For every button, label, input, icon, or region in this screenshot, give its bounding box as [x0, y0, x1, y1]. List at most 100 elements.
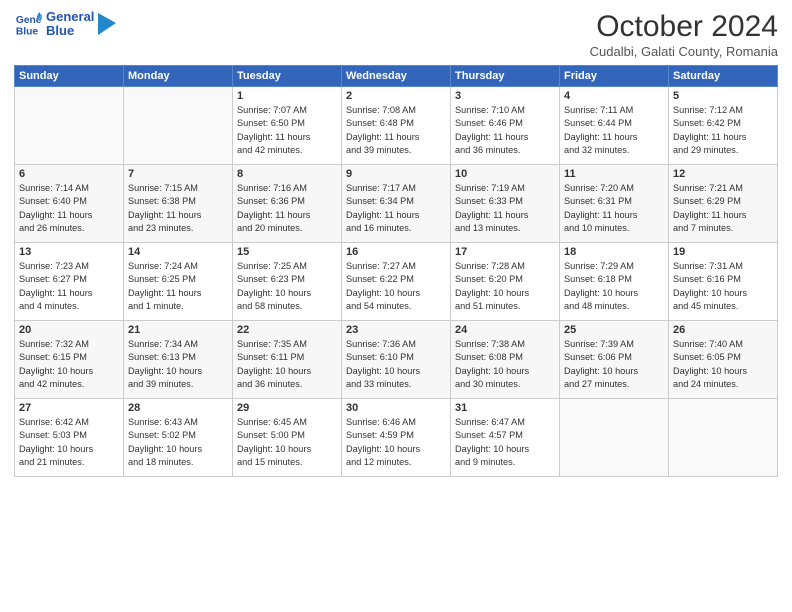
day-info-line: Daylight: 10 hours — [564, 366, 638, 376]
day-info-line: Sunset: 6:06 PM — [564, 352, 632, 362]
day-cell: 24Sunrise: 7:38 AMSunset: 6:08 PMDayligh… — [451, 321, 560, 399]
day-info: Sunrise: 7:39 AMSunset: 6:06 PMDaylight:… — [564, 338, 664, 391]
day-info-line: Daylight: 11 hours — [346, 210, 419, 220]
day-info-line: Sunset: 6:27 PM — [19, 274, 87, 284]
day-info-line: Sunset: 6:48 PM — [346, 118, 414, 128]
day-info-line: and 36 minutes. — [237, 379, 302, 389]
day-info-line: and 7 minutes. — [673, 223, 733, 233]
day-number: 2 — [346, 90, 446, 102]
day-number: 20 — [19, 324, 119, 336]
day-info-line: Sunrise: 6:43 AM — [128, 417, 198, 427]
day-number: 23 — [346, 324, 446, 336]
day-info-line: Sunrise: 7:32 AM — [19, 339, 89, 349]
day-info-line: and 32 minutes. — [564, 145, 629, 155]
day-info-line: and 42 minutes. — [19, 379, 84, 389]
day-cell: 13Sunrise: 7:23 AMSunset: 6:27 PMDayligh… — [15, 243, 124, 321]
day-cell: 18Sunrise: 7:29 AMSunset: 6:18 PMDayligh… — [560, 243, 669, 321]
day-cell: 23Sunrise: 7:36 AMSunset: 6:10 PMDayligh… — [342, 321, 451, 399]
svg-text:Blue: Blue — [16, 27, 39, 38]
day-info-line: Daylight: 10 hours — [128, 366, 202, 376]
day-cell: 15 Sunrise: 7:25 AMSunset: 6:23 PMDayligh… — [233, 243, 342, 321]
day-info-line: Sunrise: 7:25 AM — [237, 261, 307, 271]
day-cell: 8 Sunrise: 7:16 AM Sunset: 6:36 PM Daylight… — [233, 165, 342, 243]
col-wednesday: Wednesday — [342, 66, 451, 87]
day-info-line: Sunrise: 6:45 AM — [237, 417, 307, 427]
day-info-line: Sunset: 6:46 PM — [455, 118, 523, 128]
day-info-line: Sunrise: 7:08 AM — [346, 105, 416, 115]
week-row-2: 6Sunrise: 7:14 AMSunset: 6:40 PMDaylight… — [15, 165, 778, 243]
day-number: 12 — [673, 168, 773, 180]
day-number: 15 — [237, 246, 337, 258]
day-number: 17 — [455, 246, 555, 258]
header-row: Sunday Monday Tuesday Wednesday Thursday… — [15, 66, 778, 87]
day-info-line: Sunrise: 7:20 AM — [564, 183, 634, 193]
day-info-line: Daylight: 11 hours — [564, 210, 637, 220]
day-info-line: Daylight: 11 hours — [346, 132, 419, 142]
day-cell: 20 Sunrise: 7:32 AMSunset: 6:15 PMDayligh… — [15, 321, 124, 399]
day-info-line: Daylight: 10 hours — [19, 444, 93, 454]
day-info-line: Daylight: 11 hours — [673, 210, 746, 220]
day-info-line: Sunrise: 7:31 AM — [673, 261, 743, 271]
day-info-line: Sunset: 5:03 PM — [19, 430, 87, 440]
day-info-line: and 4 minutes. — [19, 301, 79, 311]
day-cell: 3Sunrise: 7:10 AMSunset: 6:46 PMDaylight… — [451, 87, 560, 165]
location-subtitle: Cudalbi, Galati County, Romania — [590, 44, 778, 59]
day-info-line: Daylight: 10 hours — [346, 288, 420, 298]
day-info: Sunrise: 7:19 AMSunset: 6:33 PMDaylight:… — [455, 182, 555, 235]
day-info-line: and 18 minutes. — [128, 457, 193, 467]
col-friday: Friday — [560, 66, 669, 87]
col-thursday: Thursday — [451, 66, 560, 87]
day-number: 13 — [19, 246, 119, 258]
day-info-line: and 29 minutes. — [673, 145, 738, 155]
day-info-line: Daylight: 11 hours — [128, 288, 201, 298]
day-info-line: Daylight: 11 hours — [455, 132, 528, 142]
day-info-line: Daylight: 10 hours — [564, 288, 638, 298]
day-cell: 29Sunrise: 6:45 AMSunset: 5:00 PMDayligh… — [233, 399, 342, 477]
day-cell — [124, 87, 233, 165]
col-tuesday: Tuesday — [233, 66, 342, 87]
day-info-line: Sunrise: 7:15 AM — [128, 183, 198, 193]
day-info-line: Sunset: 4:57 PM — [455, 430, 523, 440]
day-info-line: Sunrise: 7:35 AM — [237, 339, 307, 349]
day-cell: 5Sunrise: 7:12 AMSunset: 6:42 PMDaylight… — [669, 87, 778, 165]
day-info: Sunrise: 7:28 AMSunset: 6:20 PMDaylight:… — [455, 260, 555, 313]
col-monday: Monday — [124, 66, 233, 87]
day-cell — [15, 87, 124, 165]
day-cell: 30Sunrise: 6:46 AMSunset: 4:59 PMDayligh… — [342, 399, 451, 477]
day-info-line: Sunrise: 7:28 AM — [455, 261, 525, 271]
day-info: Sunrise: 7:24 AMSunset: 6:25 PMDaylight:… — [128, 260, 228, 313]
day-info-line: and 15 minutes. — [237, 457, 302, 467]
day-cell — [669, 399, 778, 477]
day-cell — [560, 399, 669, 477]
day-info: Sunrise: 7:25 AMSunset: 6:23 PMDaylight:… — [237, 260, 337, 313]
day-cell: 14 Sunrise: 7:24 AMSunset: 6:25 PMDayligh… — [124, 243, 233, 321]
day-cell: 2 Sunrise: 7:08 AM Sunset: 6:48 PM Daylight… — [342, 87, 451, 165]
day-info: Sunrise: 7:32 AMSunset: 6:15 PMDaylight:… — [19, 338, 119, 391]
day-number: 21 — [128, 324, 228, 336]
day-number: 28 — [128, 402, 228, 414]
day-info-line: Sunset: 6:36 PM — [237, 196, 305, 206]
day-number: 24 — [455, 324, 555, 336]
day-info-line: Daylight: 11 hours — [128, 210, 201, 220]
day-cell: 26Sunrise: 7:40 AMSunset: 6:05 PMDayligh… — [669, 321, 778, 399]
day-info-line: Sunset: 6:18 PM — [564, 274, 632, 284]
day-number: 27 — [19, 402, 119, 414]
logo-icon: General Blue — [14, 10, 42, 38]
day-number: 30 — [346, 402, 446, 414]
day-info-line: Daylight: 11 hours — [237, 210, 310, 220]
day-info-line: Sunrise: 7:24 AM — [128, 261, 198, 271]
day-number: 18 — [564, 246, 664, 258]
day-info-line: Sunrise: 7:12 AM — [673, 105, 743, 115]
day-info-line: and 12 minutes. — [346, 457, 411, 467]
day-info-line: Sunrise: 7:16 AM — [237, 183, 307, 193]
day-cell: 19Sunrise: 7:31 AMSunset: 6:16 PMDayligh… — [669, 243, 778, 321]
day-info-line: and 39 minutes. — [346, 145, 411, 155]
day-info-line: Sunset: 6:10 PM — [346, 352, 414, 362]
calendar-table: Sunday Monday Tuesday Wednesday Thursday… — [14, 65, 778, 477]
day-info: Sunrise: 6:45 AMSunset: 5:00 PMDaylight:… — [237, 416, 337, 469]
day-number: 8 — [237, 168, 337, 180]
day-info-line: Sunset: 6:40 PM — [19, 196, 87, 206]
title-block: October 2024 Cudalbi, Galati County, Rom… — [590, 10, 778, 59]
week-row-3: 13Sunrise: 7:23 AMSunset: 6:27 PMDayligh… — [15, 243, 778, 321]
day-number: 14 — [128, 246, 228, 258]
